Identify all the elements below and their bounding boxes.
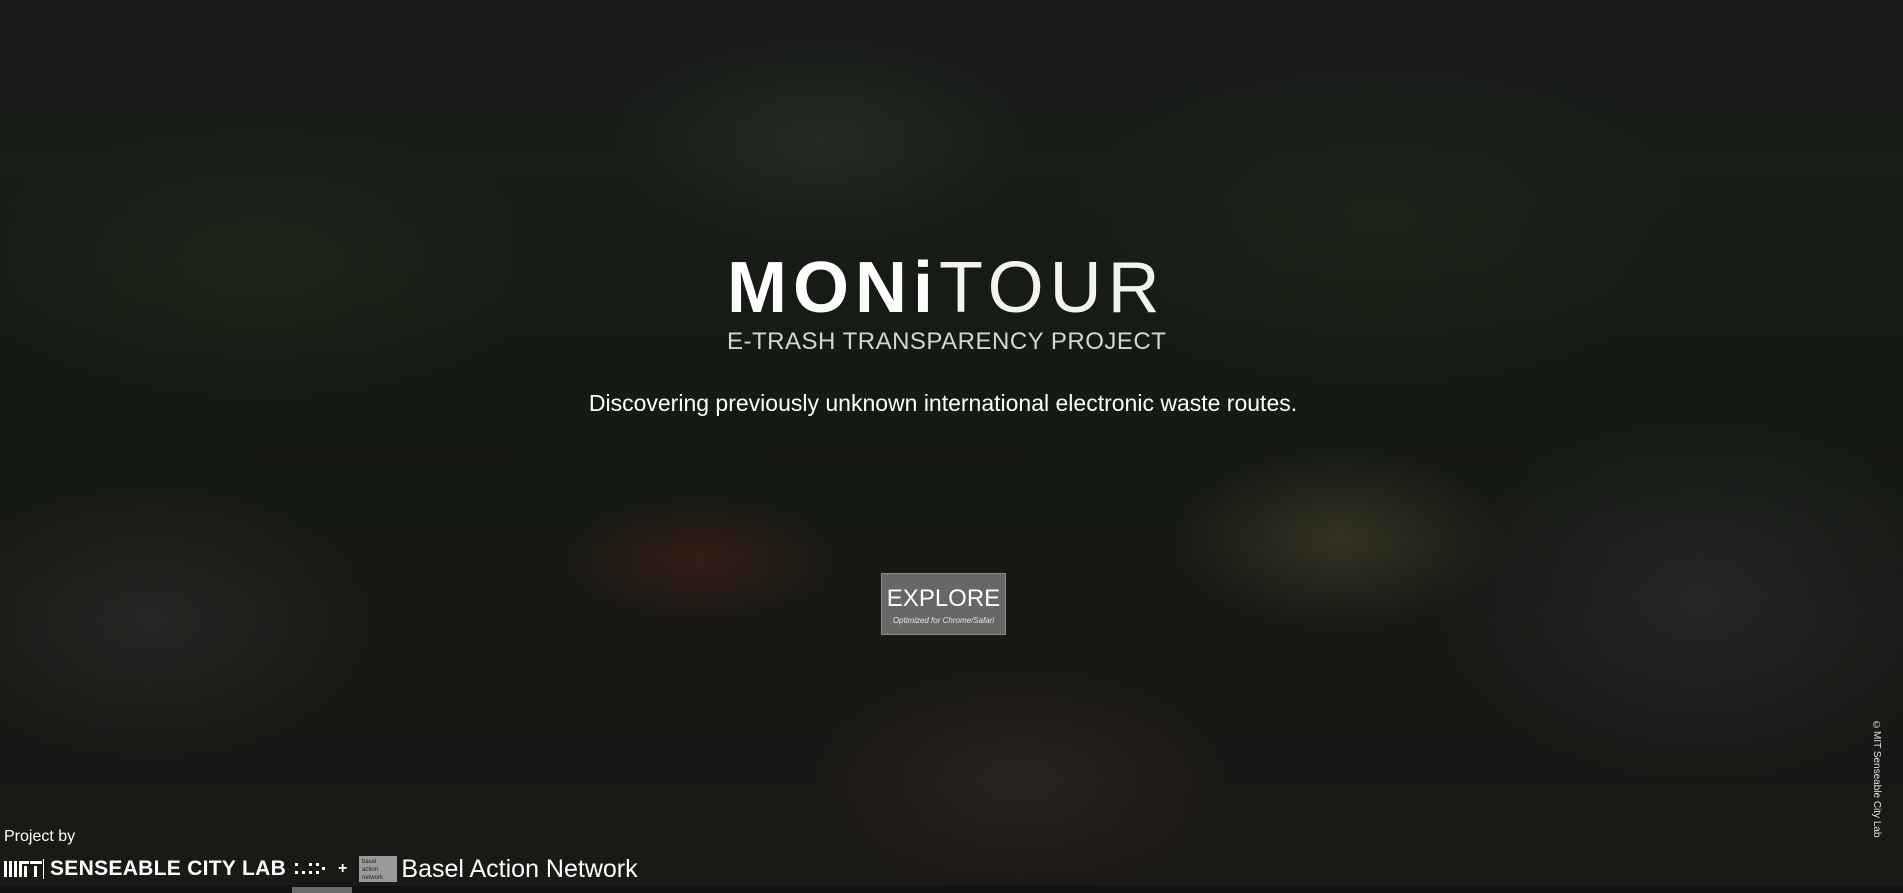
basel-action-network-name[interactable]: Basel Action Network: [401, 855, 637, 884]
copyright-notice: ©MIT Senseable City Lab: [1871, 720, 1882, 838]
svg-text:network: network: [362, 875, 384, 881]
horizontal-scrollbar[interactable]: [0, 886, 1903, 893]
hero-section: MONiTOUR E-TRASH TRANSPARENCY PROJECT Di…: [0, 0, 1903, 893]
browser-note: Optimized for Chrome/Safari: [892, 616, 995, 625]
svg-text:basel: basel: [362, 859, 376, 865]
senseable-dots-icon: [295, 863, 326, 874]
partner-logos: SENSEABLE CITY LAB + basel action networ…: [4, 855, 638, 884]
logo-title-light: TOUR: [938, 248, 1166, 328]
tagline: Discovering previously unknown internati…: [588, 390, 1298, 416]
monitour-logo: MONiTOUR E-TRASH TRANSPARENCY PROJECT: [727, 252, 1167, 356]
explore-button-label: EXPLORE: [886, 585, 1001, 612]
basel-action-network-logo-icon[interactable]: basel action network: [359, 856, 398, 882]
explore-button[interactable]: EXPLORE Optimized for Chrome/Safari: [881, 573, 1006, 635]
logo-title: MONiTOUR: [727, 252, 1160, 324]
credits: Project by: [4, 828, 75, 846]
senseable-city-lab-name[interactable]: SENSEABLE CITY LAB: [50, 857, 286, 881]
logo-subtitle: E-TRASH TRANSPARENCY PROJECT: [727, 328, 1167, 355]
mit-logo-icon[interactable]: [4, 859, 44, 879]
scrollbar-thumb[interactable]: [292, 887, 352, 893]
plus-separator: +: [338, 860, 348, 877]
logo-title-bold: MONi: [727, 248, 939, 328]
svg-text:action: action: [362, 867, 378, 873]
project-by-label: Project by: [4, 828, 76, 845]
